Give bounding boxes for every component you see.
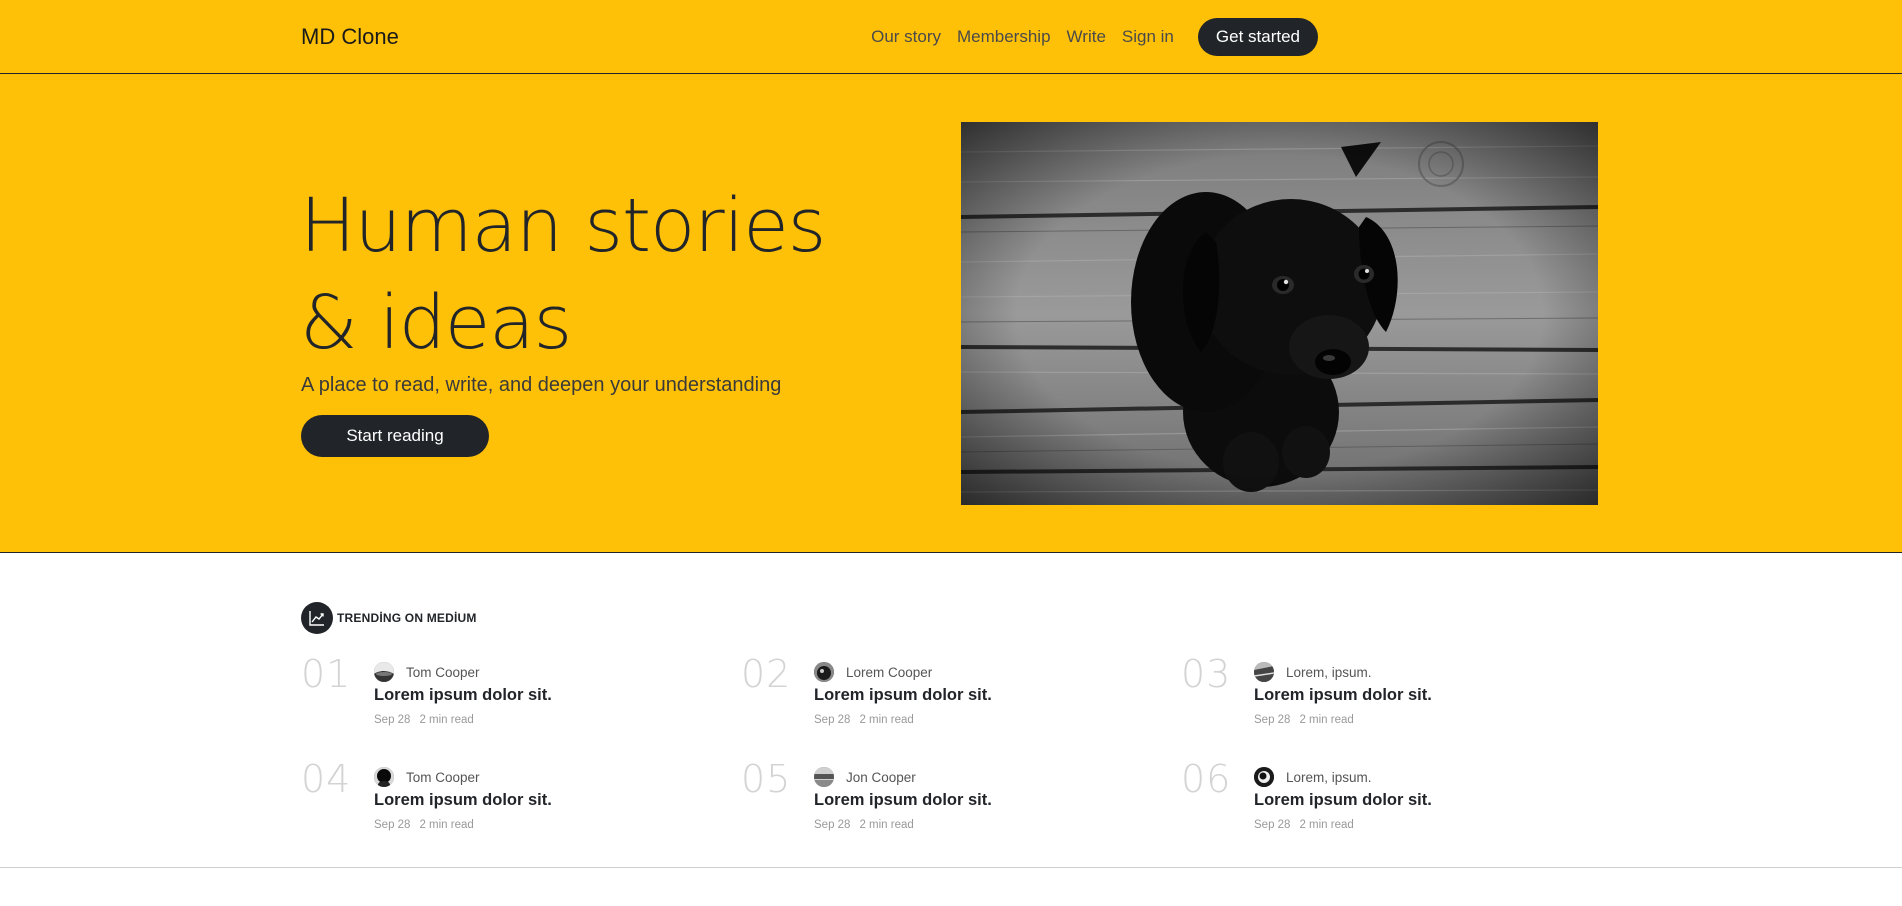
read-time: 2 min read: [419, 714, 474, 726]
trending-number: 01: [301, 652, 352, 696]
main-nav: Our story Membership Write Sign in Get s…: [871, 17, 1318, 57]
trending-number: 05: [741, 757, 792, 801]
hero-section: Human stories & ideas A place to read, w…: [0, 74, 1902, 553]
post-date: Sep 28: [814, 819, 851, 831]
read-time: 2 min read: [1299, 714, 1354, 726]
nav-link-our-story[interactable]: Our story: [871, 17, 941, 57]
nav-link-write[interactable]: Write: [1067, 17, 1106, 57]
get-started-button[interactable]: Get started: [1197, 18, 1318, 56]
author-name[interactable]: Lorem, ipsum.: [1286, 770, 1372, 785]
read-time: 2 min read: [859, 714, 914, 726]
post-title[interactable]: Lorem ipsum dolor sit.: [374, 686, 552, 705]
post-meta: Sep 28 2 min read: [814, 819, 992, 831]
hero-subtitle: A place to read, write, and deepen your …: [301, 374, 782, 396]
author-avatar[interactable]: [374, 662, 394, 682]
post-title[interactable]: Lorem ipsum dolor sit.: [374, 791, 552, 810]
start-reading-button[interactable]: Start reading: [301, 415, 489, 457]
post-title[interactable]: Lorem ipsum dolor sit.: [1254, 791, 1432, 810]
author-avatar[interactable]: [1254, 767, 1274, 787]
post-title[interactable]: Lorem ipsum dolor sit.: [814, 686, 992, 705]
trending-number: 06: [1181, 757, 1232, 801]
hero-puppy-image: [961, 122, 1598, 505]
trending-header: TRENDİNG ON MEDİUM: [301, 602, 477, 634]
trending-number: 02: [741, 652, 792, 696]
post-title[interactable]: Lorem ipsum dolor sit.: [1254, 686, 1432, 705]
top-navbar: MD Clone Our story Membership Write Sign…: [0, 0, 1902, 74]
post-date: Sep 28: [814, 714, 851, 726]
brand-logo[interactable]: MD Clone: [301, 24, 399, 50]
trend-chart-icon: [301, 602, 333, 634]
post-date: Sep 28: [1254, 819, 1291, 831]
post-date: Sep 28: [1254, 714, 1291, 726]
read-time: 2 min read: [419, 819, 474, 831]
post-meta: Sep 28 2 min read: [1254, 714, 1432, 726]
post-meta: Sep 28 2 min read: [814, 714, 992, 726]
hero-title: Human stories & ideas: [300, 183, 826, 366]
author-name[interactable]: Jon Cooper: [846, 770, 916, 785]
trending-number: 03: [1181, 652, 1232, 696]
author-name[interactable]: Lorem Cooper: [846, 665, 932, 680]
author-avatar[interactable]: [1254, 662, 1274, 682]
trending-item[interactable]: 04 Tom Cooper Lorem ipsum dolor sit. Sep…: [301, 757, 721, 847]
trending-list: 01 Tom Cooper Lorem ipsum dolor sit. Sep…: [301, 652, 1601, 862]
post-date: Sep 28: [374, 714, 411, 726]
read-time: 2 min read: [859, 819, 914, 831]
author-name[interactable]: Tom Cooper: [406, 770, 480, 785]
trending-item[interactable]: 03 Lorem, ipsum. Lorem ipsum dolor sit. …: [1181, 652, 1601, 742]
post-meta: Sep 28 2 min read: [1254, 819, 1432, 831]
trending-title: TRENDİNG ON MEDİUM: [337, 611, 477, 625]
author-name[interactable]: Tom Cooper: [406, 665, 480, 680]
section-divider: [0, 867, 1902, 868]
nav-link-membership[interactable]: Membership: [957, 17, 1051, 57]
author-avatar[interactable]: [374, 767, 394, 787]
trending-item[interactable]: 01 Tom Cooper Lorem ipsum dolor sit. Sep…: [301, 652, 721, 742]
trending-number: 04: [301, 757, 352, 801]
post-meta: Sep 28 2 min read: [374, 819, 552, 831]
post-title[interactable]: Lorem ipsum dolor sit.: [814, 791, 992, 810]
post-date: Sep 28: [374, 819, 411, 831]
nav-link-sign-in[interactable]: Sign in: [1122, 17, 1174, 57]
author-avatar[interactable]: [814, 767, 834, 787]
puppy-photo-illustration: [961, 122, 1598, 505]
author-name[interactable]: Lorem, ipsum.: [1286, 665, 1372, 680]
trending-item[interactable]: 06 Lorem, ipsum. Lorem ipsum dolor sit. …: [1181, 757, 1601, 847]
author-avatar[interactable]: [814, 662, 834, 682]
trending-item[interactable]: 05 Jon Cooper Lorem ipsum dolor sit. Sep…: [741, 757, 1161, 847]
read-time: 2 min read: [1299, 819, 1354, 831]
trending-item[interactable]: 02 Lorem Cooper Lorem ipsum dolor sit. S…: [741, 652, 1161, 742]
post-meta: Sep 28 2 min read: [374, 714, 552, 726]
